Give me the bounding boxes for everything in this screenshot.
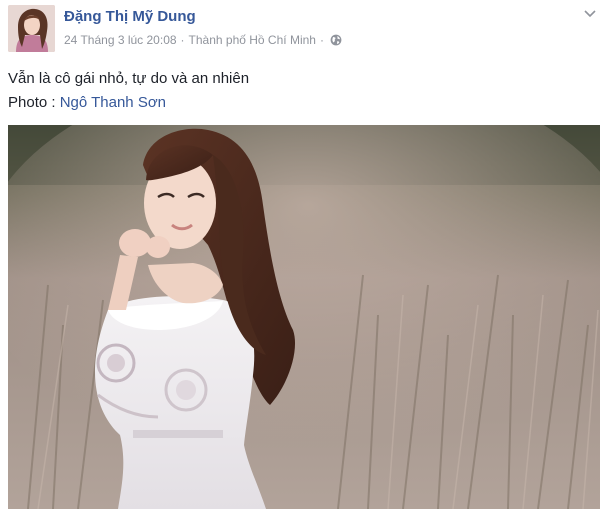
chevron-down-icon[interactable] — [584, 6, 596, 18]
globe-icon[interactable] — [330, 34, 342, 46]
meta-separator: · — [180, 33, 185, 47]
photo-credit-prefix: Photo : — [8, 94, 60, 111]
post-photo[interactable] — [8, 125, 600, 509]
facebook-post: Đặng Thị Mỹ Dung 24 Tháng 3 lúc 20:08 · … — [0, 0, 600, 509]
meta-separator: · — [319, 33, 324, 47]
post-location[interactable]: Thành phố Hồ Chí Minh — [189, 33, 316, 47]
photographer-name[interactable]: Ngô Thanh Sơn — [60, 94, 166, 111]
post-caption: Vẫn là cô gái nhỏ, tự do và an nhiên — [8, 70, 250, 87]
author-name[interactable]: Đặng Thị Mỹ Dung — [64, 8, 196, 25]
post-timestamp[interactable]: 24 Tháng 3 lúc 20:08 — [64, 33, 177, 47]
photo-credit: Photo : Ngô Thanh Sơn — [8, 94, 166, 111]
avatar-image — [8, 5, 55, 52]
post-meta: 24 Tháng 3 lúc 20:08 · Thành phố Hồ Chí … — [64, 33, 342, 47]
avatar[interactable] — [8, 5, 55, 52]
photo-image — [8, 125, 600, 509]
